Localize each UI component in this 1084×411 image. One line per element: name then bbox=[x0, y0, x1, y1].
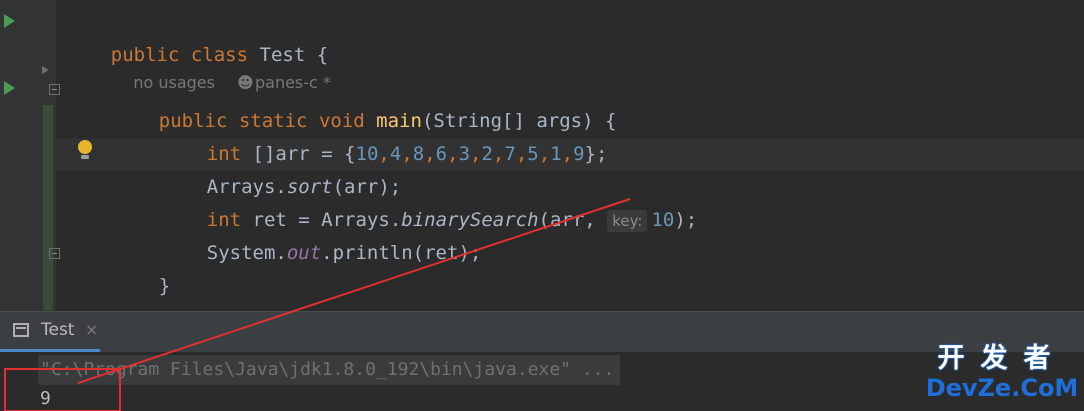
annotation-arrow bbox=[77, 198, 631, 384]
watermark-logo: 开发者 DevZe.CoM bbox=[924, 344, 1080, 408]
watermark-top-text: 开发者 bbox=[937, 343, 1067, 374]
annotation-overlay bbox=[4, 198, 631, 411]
watermark-bottom-text: DevZe.CoM bbox=[925, 374, 1079, 402]
